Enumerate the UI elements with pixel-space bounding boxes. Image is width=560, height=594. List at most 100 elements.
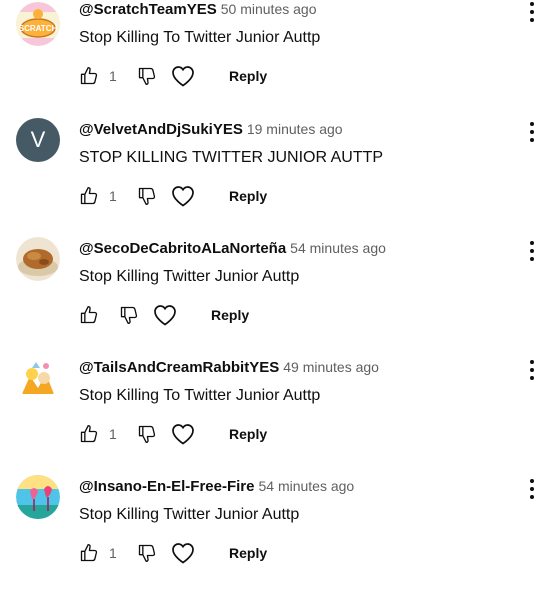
comment-actions: Reply [79, 303, 249, 327]
dislike-button[interactable] [137, 66, 157, 86]
reply-button[interactable]: Reply [211, 307, 249, 323]
comment-text: Stop Killing Twitter Junior Auttp [79, 268, 300, 285]
heart-icon [172, 186, 194, 207]
comment-header: @ScratchTeamYES 50 minutes ago [79, 0, 316, 19]
like-count: 1 [109, 188, 117, 204]
heart-icon [172, 543, 194, 564]
heart-button[interactable] [171, 542, 195, 564]
food-photo-icon [16, 237, 60, 281]
timestamp[interactable]: 54 minutes ago [258, 478, 354, 494]
thumbs-up-icon [80, 425, 98, 443]
reply-button[interactable]: Reply [229, 68, 267, 84]
dislike-button[interactable] [137, 186, 157, 206]
more-options-button[interactable] [526, 356, 538, 384]
thumbs-down-icon [138, 425, 156, 443]
avatar[interactable] [16, 237, 60, 281]
reply-button[interactable]: Reply [229, 426, 267, 442]
character-art-icon [16, 356, 60, 400]
like-button[interactable] [79, 424, 99, 444]
comment-actions: 1 Reply [79, 541, 267, 565]
like-button[interactable] [79, 305, 99, 325]
more-dot-icon [530, 18, 534, 22]
like-button[interactable] [79, 186, 99, 206]
thumbs-up-icon [80, 67, 98, 85]
comment-item: SCRATCH @ScratchTeamYES 50 minutes ago St… [0, 0, 560, 121]
like-count: 1 [109, 426, 117, 442]
comment-text: Stop Killing To Twitter Junior Auttp [79, 387, 321, 404]
more-dot-icon [530, 479, 534, 483]
dislike-button[interactable] [119, 305, 139, 325]
reply-button[interactable]: Reply [229, 188, 267, 204]
thumbs-up-icon [80, 187, 98, 205]
heart-button[interactable] [153, 304, 177, 326]
reply-button[interactable]: Reply [229, 545, 267, 561]
more-dot-icon [530, 487, 534, 491]
more-dot-icon [530, 130, 534, 134]
more-options-button[interactable] [526, 0, 538, 26]
dislike-button[interactable] [137, 543, 157, 563]
avatar[interactable] [16, 356, 60, 400]
scratch-logo-icon: SCRATCH [16, 2, 60, 46]
avatar[interactable]: SCRATCH [16, 2, 60, 46]
timestamp[interactable]: 50 minutes ago [221, 1, 317, 17]
like-button[interactable] [79, 66, 99, 86]
author-name[interactable]: @TailsAndCreamRabbitYES [79, 359, 279, 376]
thumbs-down-icon [120, 306, 138, 324]
more-dot-icon [530, 138, 534, 142]
more-dot-icon [530, 360, 534, 364]
thumbs-up-icon [80, 306, 98, 324]
more-options-button[interactable] [526, 237, 538, 265]
heart-button[interactable] [171, 65, 195, 87]
comment-item: V @VelvetAndDjSukiYES 19 minutes ago STOP… [0, 118, 560, 237]
heart-icon [172, 424, 194, 445]
timestamp[interactable]: 54 minutes ago [290, 240, 386, 256]
comment-item: @TailsAndCreamRabbitYES 49 minutes ago St… [0, 356, 560, 475]
heart-icon [154, 305, 176, 326]
thumbs-down-icon [138, 187, 156, 205]
more-dot-icon [530, 368, 534, 372]
more-dot-icon [530, 10, 534, 14]
like-count: 1 [109, 545, 117, 561]
comment-actions: 1 Reply [79, 184, 267, 208]
avatar[interactable]: V [16, 118, 60, 162]
timestamp[interactable]: 19 minutes ago [247, 121, 343, 137]
comment-text: Stop Killing Twitter Junior Auttp [79, 506, 300, 523]
more-dot-icon [530, 376, 534, 380]
heart-button[interactable] [171, 423, 195, 445]
author-name[interactable]: @SecoDeCabritoALaNorteña [79, 240, 286, 257]
more-dot-icon [530, 2, 534, 6]
thumbs-down-icon [138, 544, 156, 562]
flamingo-art-icon [16, 475, 60, 519]
comment-header: @SecoDeCabritoALaNorteña 54 minutes ago [79, 239, 386, 258]
comment-actions: 1 Reply [79, 422, 267, 446]
comment-header: @Insano-En-El-Free-Fire 54 minutes ago [79, 477, 354, 496]
more-dot-icon [530, 257, 534, 261]
comment-header: @TailsAndCreamRabbitYES 49 minutes ago [79, 358, 379, 377]
comment-item: @Insano-En-El-Free-Fire 54 minutes ago St… [0, 475, 560, 594]
avatar[interactable] [16, 475, 60, 519]
svg-text:SCRATCH: SCRATCH [19, 24, 58, 33]
more-options-button[interactable] [526, 475, 538, 503]
dislike-button[interactable] [137, 424, 157, 444]
comment-text: STOP KILLING TWITTER JUNIOR AUTTP [79, 149, 384, 166]
author-name[interactable]: @Insano-En-El-Free-Fire [79, 478, 254, 495]
more-options-button[interactable] [526, 118, 538, 146]
comment-text: Stop Killing To Twitter Junior Auttp [79, 29, 321, 46]
comment-header: @VelvetAndDjSukiYES 19 minutes ago [79, 120, 343, 139]
heart-icon [172, 66, 194, 87]
like-button[interactable] [79, 543, 99, 563]
like-count: 1 [109, 68, 117, 84]
more-dot-icon [530, 122, 534, 126]
author-name[interactable]: @VelvetAndDjSukiYES [79, 121, 243, 138]
thumbs-up-icon [80, 544, 98, 562]
author-name[interactable]: @ScratchTeamYES [79, 1, 217, 18]
more-dot-icon [530, 241, 534, 245]
comment-item: @SecoDeCabritoALaNorteña 54 minutes ago S… [0, 237, 560, 356]
comment-actions: 1 Reply [79, 64, 267, 88]
timestamp[interactable]: 49 minutes ago [283, 359, 379, 375]
thumbs-down-icon [138, 67, 156, 86]
avatar-letter: V [30, 127, 46, 152]
more-dot-icon [530, 495, 534, 499]
heart-button[interactable] [171, 185, 195, 207]
more-dot-icon [530, 249, 534, 253]
